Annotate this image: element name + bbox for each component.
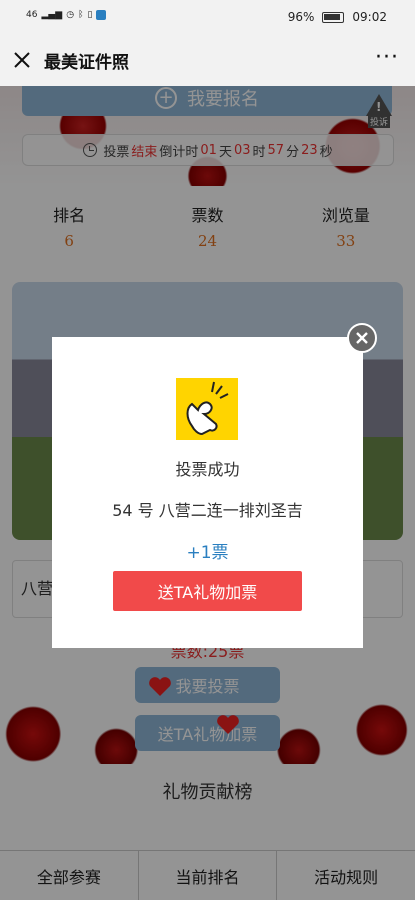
status-right: 96% 09:02 [288, 10, 387, 24]
dialog-gift-button[interactable]: 送TA礼物加票 [113, 571, 302, 611]
dialog-plus-votes: +1票 [186, 543, 229, 563]
battery-percent: 96% [287, 10, 315, 24]
close-icon [356, 332, 368, 344]
alarm-icon: ◷ [66, 10, 75, 20]
close-icon [14, 52, 30, 68]
dialog-title: 投票成功 [175, 460, 240, 479]
vote-success-dialog: 投票成功 54 号 八营二连一排刘圣吉 +1票 送TA礼物加票 [52, 323, 377, 648]
network-indicator: 46 [26, 10, 38, 20]
page-title: 最美证件照 [44, 52, 129, 73]
ok-hand-icon [176, 378, 238, 440]
close-button[interactable] [2, 34, 42, 86]
battery-icon [322, 11, 345, 23]
vibrate-icon: ▯ [87, 10, 93, 20]
bluetooth-icon: ᛒ [78, 10, 84, 20]
signal-icon: ▂▄▆ [41, 10, 63, 20]
title-bar: 最美证件照 ··· [0, 34, 415, 86]
status-icons: 46 ▂▄▆ ◷ ᛒ ▯ [26, 10, 107, 20]
clock: 09:02 [352, 10, 387, 24]
status-bar: 46 ▂▄▆ ◷ ᛒ ▯ 96% 09:02 [0, 0, 415, 34]
more-menu-button[interactable]: ··· [375, 47, 399, 69]
dialog-candidate: 54 号 八营二连一排刘圣吉 [112, 501, 303, 520]
dialog-close-button[interactable] [347, 323, 377, 353]
app-notification-icon [96, 10, 107, 20]
